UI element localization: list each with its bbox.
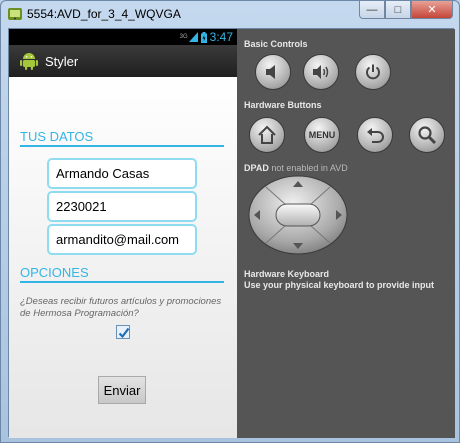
status-clock: 3:47 (209, 30, 233, 44)
volume-up-button[interactable] (303, 54, 339, 90)
signal-type: 3G (179, 34, 188, 40)
hardware-keyboard-section: Hardware Keyboard Use your physical keyb… (244, 269, 434, 291)
maximize-button[interactable]: □ (385, 1, 411, 19)
hardware-keyboard-heading: Hardware Keyboard (244, 269, 330, 279)
basic-controls-heading: Basic Controls (244, 39, 308, 49)
section-title-user-data: TUS DATOS (20, 129, 94, 144)
android-logo-icon (20, 53, 38, 70)
section-divider (20, 145, 224, 147)
form-content: TUS DATOS Armando Casas 2230021 armandit… (9, 77, 237, 438)
section-divider (20, 281, 224, 283)
volume-down-icon (266, 65, 275, 79)
dpad-heading: DPAD not enabled in AVD (244, 163, 348, 173)
emulator-client-area: 3G 3:47 Styler TUS DATOS Armando Casas 2… (8, 28, 455, 438)
checkmark-icon (118, 327, 130, 339)
controls-panel: Basic Controls Hardware Buttons MENU DPA… (237, 29, 455, 438)
signal-icon (188, 32, 198, 42)
close-button[interactable]: ✕ (411, 1, 453, 19)
section-title-options: OPCIONES (20, 265, 89, 280)
volume-up-icon (313, 65, 329, 79)
search-button[interactable] (409, 117, 445, 153)
minimize-button[interactable]: — (359, 1, 385, 19)
dpad-disabled-note: not enabled in AVD (271, 163, 348, 173)
name-field[interactable]: Armando Casas (47, 158, 197, 189)
email-field[interactable]: armandito@mail.com (47, 224, 197, 255)
battery-icon (200, 31, 207, 43)
back-button[interactable] (357, 117, 393, 153)
send-button[interactable]: Enviar (98, 376, 146, 404)
newsletter-checkbox[interactable] (116, 325, 130, 339)
app-title: Styler (45, 54, 79, 69)
action-bar: Styler (9, 45, 237, 77)
title-bar[interactable]: 5554:AVD_for_3_4_WQVGA — □ ✕ (1, 1, 459, 27)
menu-button[interactable]: MENU (304, 117, 340, 153)
phone-field[interactable]: 2230021 (47, 191, 197, 222)
search-icon (418, 126, 437, 145)
home-button[interactable] (249, 117, 285, 153)
volume-down-button[interactable] (255, 54, 291, 90)
menu-button-label: MENU (308, 130, 336, 140)
window-title: 5554:AVD_for_3_4_WQVGA (27, 7, 181, 21)
dpad-control[interactable] (248, 175, 348, 255)
back-icon (367, 128, 384, 143)
newsletter-question: ¿Deseas recibir futuros artículos y prom… (20, 296, 222, 319)
emulator-window: 5554:AVD_for_3_4_WQVGA — □ ✕ 3G 3:47 Sty… (0, 0, 460, 443)
hardware-buttons-heading: Hardware Buttons (244, 100, 322, 110)
dpad-heading-label: DPAD (244, 163, 269, 173)
home-icon (258, 125, 276, 144)
device-screen[interactable]: 3G 3:47 Styler TUS DATOS Armando Casas 2… (9, 29, 237, 438)
power-icon (366, 64, 380, 80)
status-bar: 3G 3:47 (9, 29, 237, 45)
power-button[interactable] (355, 54, 391, 90)
hardware-keyboard-note: Use your physical keyboard to provide in… (244, 280, 435, 290)
emulator-app-icon (8, 8, 22, 20)
